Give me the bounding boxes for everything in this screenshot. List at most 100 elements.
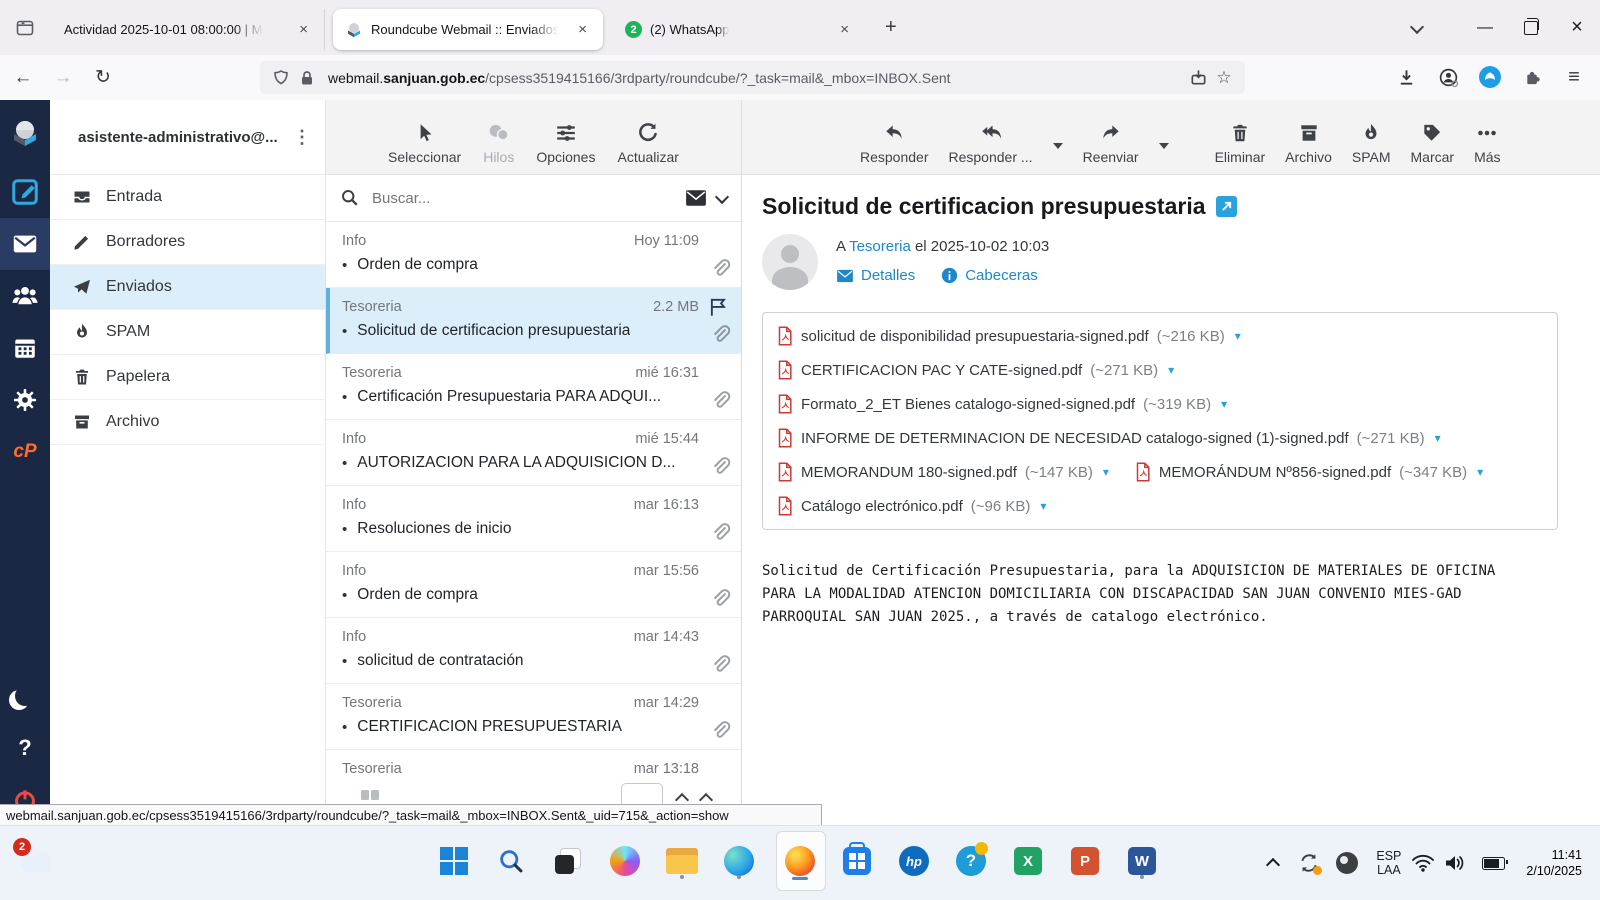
task-view-icon[interactable] — [546, 839, 590, 883]
restore-button[interactable] — [1508, 8, 1554, 48]
spam-button[interactable]: SPAM — [1352, 122, 1391, 165]
minimize-button[interactable]: — — [1462, 8, 1508, 48]
excel-icon[interactable]: X — [1006, 839, 1050, 883]
downloads-icon[interactable] — [1390, 61, 1422, 93]
message-row[interactable]: Info mié 15:44 • AUTORIZACION PARA LA ADQU… — [326, 420, 741, 486]
folder-archivo[interactable]: Archivo — [50, 400, 325, 445]
attachment-menu-caret[interactable]: ▾ — [1103, 465, 1109, 479]
contacts-icon[interactable] — [0, 270, 50, 322]
headers-link[interactable]: Cabeceras — [941, 267, 1038, 284]
new-tab-button[interactable]: + — [877, 16, 905, 39]
folder-spam[interactable]: SPAM — [50, 310, 325, 355]
message-row[interactable]: Info mar 16:13 • Resoluciones de inicio — [326, 486, 741, 552]
tab-whatsapp[interactable]: 2 (2) WhatsApp × — [613, 9, 865, 50]
tab-roundcube[interactable]: Roundcube Webmail :: Enviados × — [333, 9, 603, 50]
tray-chevron-up-icon[interactable] — [1256, 856, 1290, 873]
search-scope-envelope-icon[interactable] — [685, 189, 707, 207]
wifi-icon[interactable] — [1411, 853, 1435, 873]
mark-button[interactable]: Marcar — [1411, 122, 1454, 165]
dark-mode-moon-icon[interactable] — [0, 670, 50, 722]
widgets-weather-icon[interactable]: 2 — [13, 838, 58, 883]
settings-gear-icon[interactable] — [0, 374, 50, 426]
taskbar-search-icon[interactable] — [489, 839, 533, 883]
tray-sync-icon[interactable] — [1298, 852, 1323, 875]
attachment[interactable]: INFORME DE DETERMINACION DE NECESIDAD ca… — [777, 421, 1441, 455]
refresh-button[interactable]: Actualizar — [617, 122, 679, 165]
more-button[interactable]: Más — [1474, 122, 1501, 165]
attachment-menu-caret[interactable]: ▾ — [1221, 397, 1227, 411]
microsoft-store-icon[interactable] — [835, 839, 879, 883]
start-button[interactable] — [432, 839, 476, 883]
attachment[interactable]: MEMORÁNDUM Nº856-signed.pdf (~347 KB) ▾ — [1135, 455, 1483, 489]
options-button[interactable]: Opciones — [536, 122, 595, 165]
folder-enviados[interactable]: Enviados — [50, 265, 325, 310]
attachment[interactable]: MEMORANDUM 180-signed.pdf (~147 KB) ▾ — [777, 455, 1109, 489]
account-icon[interactable] — [1432, 61, 1464, 93]
roundcube-logo-icon[interactable] — [0, 108, 50, 160]
file-explorer-icon[interactable] — [660, 839, 704, 883]
open-in-new-window-icon[interactable] — [1215, 196, 1237, 217]
attachment[interactable]: Formato_2_ET Bienes catalogo-signed-sign… — [777, 387, 1227, 421]
forward-button[interactable]: → — [46, 61, 80, 95]
message-row[interactable]: Info mar 14:43 • solicitud de contratación — [326, 618, 741, 684]
keyboard-language-indicator[interactable]: ESP LAA — [1376, 849, 1401, 877]
hp-icon[interactable]: hp — [892, 839, 936, 883]
archive-button[interactable]: Archivo — [1285, 122, 1332, 165]
search-input[interactable] — [370, 188, 675, 208]
back-button[interactable]: ← — [6, 61, 40, 95]
message-row[interactable]: Info Hoy 11:09 • Orden de compra — [326, 222, 741, 288]
tab-close-icon[interactable]: × — [834, 19, 855, 40]
details-link[interactable]: Detalles — [836, 267, 915, 284]
delete-button[interactable]: Eliminar — [1215, 122, 1265, 165]
search-options-chevron-icon[interactable] — [714, 189, 730, 204]
tab-close-icon[interactable]: × — [572, 19, 593, 40]
message-row[interactable]: Tesoreria mar 14:29 • CERTIFICACION PRESUP… — [326, 684, 741, 750]
reload-button[interactable]: ↻ — [86, 61, 120, 95]
folder-options-kebab-icon[interactable]: ⋮ — [289, 127, 315, 148]
folder-papelera[interactable]: Papelera — [50, 355, 325, 400]
word-icon[interactable]: W — [1120, 839, 1164, 883]
calendar-icon[interactable] — [0, 322, 50, 374]
url-text[interactable]: webmail.sanjuan.gob.ec/cpsess3519415166/… — [328, 70, 1185, 86]
reply-button[interactable]: Responder — [860, 122, 929, 165]
attachment[interactable]: CERTIFICACION PAC Y CATE-signed.pdf (~271… — [777, 353, 1174, 387]
tab-close-icon[interactable]: × — [293, 19, 314, 40]
attachment-menu-caret[interactable]: ▾ — [1040, 499, 1046, 513]
powerpoint-icon[interactable]: P — [1063, 839, 1107, 883]
reply-all-button[interactable]: Responder ... — [949, 122, 1033, 165]
save-page-icon[interactable] — [1185, 65, 1211, 91]
tab-activity[interactable]: Actividad 2025-10-01 08:00:00 | Mo × — [52, 9, 325, 50]
footer-icon[interactable] — [360, 788, 380, 804]
tray-device-icon[interactable] — [1328, 852, 1366, 874]
message-row[interactable]: Info mar 15:56 • Orden de compra — [326, 552, 741, 618]
extensions-puzzle-icon[interactable] — [1516, 61, 1548, 93]
battery-icon[interactable] — [1482, 856, 1509, 870]
hp-support-icon[interactable]: ? — [949, 839, 993, 883]
help-icon[interactable]: ? — [0, 722, 50, 774]
firefox-icon[interactable] — [778, 839, 822, 883]
clock[interactable]: 11:41 2/10/2025 — [1526, 847, 1582, 879]
lock-icon[interactable] — [294, 65, 320, 91]
attachment-menu-caret[interactable]: ▾ — [1477, 465, 1483, 479]
close-button[interactable]: × — [1554, 8, 1600, 48]
shield-icon[interactable] — [268, 65, 294, 91]
volume-icon[interactable] — [1443, 853, 1465, 873]
attachment[interactable]: Catálogo electrónico.pdf (~96 KB) ▾ — [777, 489, 1046, 523]
threads-button[interactable]: Hilos — [483, 122, 514, 165]
firefox-view-icon[interactable] — [10, 13, 40, 43]
hamburger-menu-icon[interactable]: ≡ — [1558, 61, 1590, 93]
recipient-link[interactable]: Tesoreria — [849, 238, 911, 255]
cpanel-icon[interactable]: cP — [0, 426, 50, 478]
compose-icon[interactable] — [0, 166, 50, 218]
attachment-menu-caret[interactable]: ▾ — [1235, 329, 1241, 343]
reply-all-dropdown-caret[interactable] — [1052, 142, 1063, 149]
extension-badge-icon[interactable] — [1474, 61, 1506, 93]
list-all-tabs-icon[interactable] — [1409, 19, 1425, 37]
edge-icon[interactable] — [717, 839, 761, 883]
folder-entrada[interactable]: Entrada — [50, 175, 325, 220]
copilot-icon[interactable] — [603, 839, 647, 883]
url-bar[interactable]: webmail.sanjuan.gob.ec/cpsess3519415166/… — [260, 61, 1245, 94]
forward-dropdown-caret[interactable] — [1158, 142, 1169, 149]
select-button[interactable]: Seleccionar — [388, 122, 461, 165]
attachment-menu-caret[interactable]: ▾ — [1435, 431, 1441, 445]
